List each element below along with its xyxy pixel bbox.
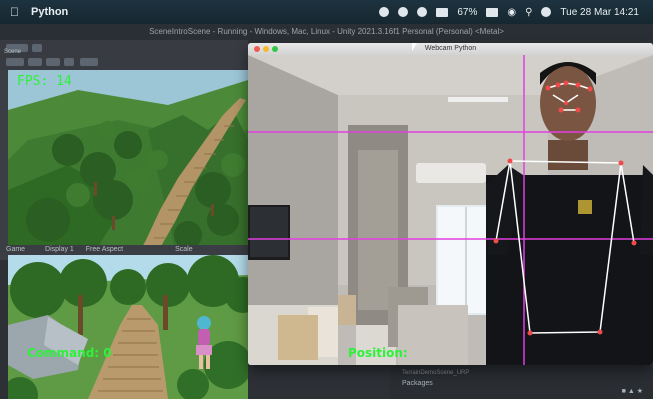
display-select[interactable]: Display 1: [45, 246, 74, 253]
menu-bar:  Python 67% ◉ ⚲ Tue 28 Mar 14:21: [0, 0, 653, 24]
tool-button[interactable]: [32, 44, 42, 52]
webcam-window[interactable]: Webcam Python: [248, 43, 653, 365]
game-view[interactable]: [8, 255, 248, 399]
position-readout: Position:: [348, 346, 408, 360]
status-keyboard-icon[interactable]: [436, 7, 449, 17]
packages-folder[interactable]: Packages: [402, 380, 433, 387]
tool-button[interactable]: [80, 58, 98, 66]
battery-percent[interactable]: 67%: [457, 7, 477, 18]
webcam-titlebar[interactable]: Webcam Python: [248, 43, 653, 55]
status-clock-icon[interactable]: [398, 7, 409, 17]
scene-view[interactable]: [8, 70, 248, 262]
status-cloud-icon[interactable]: [417, 7, 428, 17]
tool-button[interactable]: [28, 58, 42, 66]
spotlight-icon[interactable]: ⚲: [525, 7, 532, 18]
tool-button[interactable]: [6, 58, 24, 66]
scale-label[interactable]: Scale: [175, 246, 193, 253]
battery-icon[interactable]: [486, 7, 499, 17]
control-center-icon[interactable]: [541, 7, 552, 17]
tool-button[interactable]: [46, 58, 60, 66]
scene-render: [8, 70, 248, 262]
fps-counter: FPS: 14: [17, 74, 72, 89]
status-area: 67% ◉ ⚲ Tue 28 Mar 14:21: [379, 7, 653, 18]
wifi-icon[interactable]: ◉: [507, 7, 516, 18]
panel-icons[interactable]: ■ ▲ ★: [622, 387, 643, 395]
apple-icon[interactable]: : [10, 5, 19, 19]
game-view-toolbar: Game Display 1 Free Aspect Scale: [0, 245, 248, 255]
scene-tab[interactable]: Scene: [4, 49, 21, 55]
tool-button[interactable]: [64, 58, 74, 66]
menu-clock[interactable]: Tue 28 Mar 14:21: [560, 7, 639, 18]
command-readout: Command: 0: [27, 346, 112, 360]
unity-toolbar: Scene: [0, 40, 248, 70]
game-tab[interactable]: Game: [6, 246, 25, 253]
scene-tool-strip: [0, 70, 8, 260]
aspect-select[interactable]: Free Aspect: [86, 246, 123, 253]
project-panel: TerrainDemoScene_URP Packages ■ ▲ ★: [390, 362, 653, 399]
close-button[interactable]: [254, 46, 260, 52]
project-item[interactable]: TerrainDemoScene_URP: [402, 370, 469, 376]
webcam-feed: [248, 55, 653, 365]
app-menu-name[interactable]: Python: [31, 6, 68, 18]
game-render: [8, 255, 248, 399]
webcam-window-title: Webcam Python: [424, 45, 477, 52]
status-app-icon[interactable]: [379, 7, 390, 17]
minimize-button[interactable]: [263, 46, 269, 52]
mouse-cursor: [412, 43, 417, 51]
zoom-button[interactable]: [272, 46, 278, 52]
unity-window-title: SceneIntroScene - Running - Windows, Mac…: [0, 24, 653, 40]
